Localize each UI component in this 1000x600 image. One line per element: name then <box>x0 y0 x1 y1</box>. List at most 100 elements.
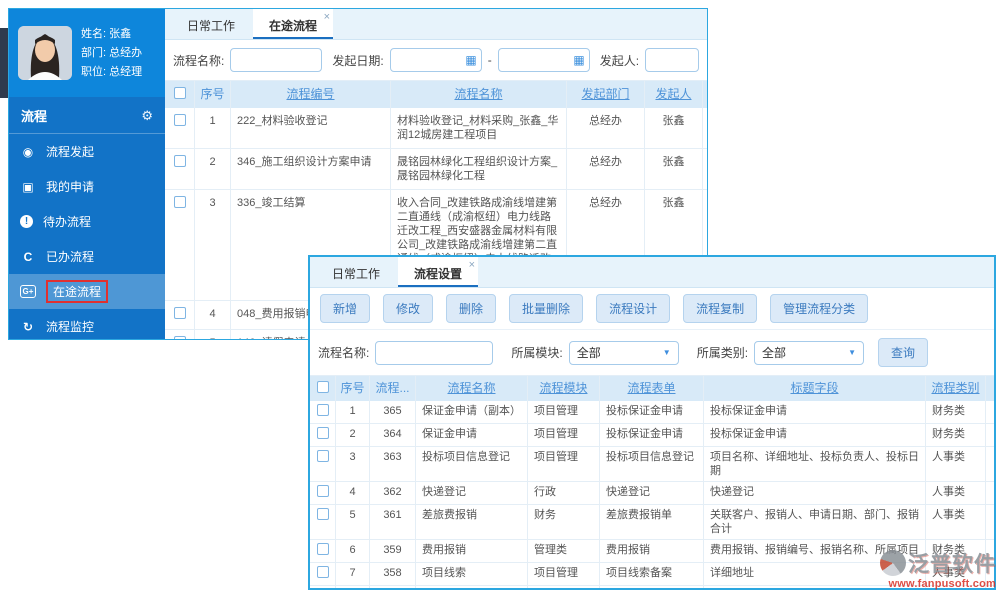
start-date-to-input[interactable]: ▦ <box>497 48 590 72</box>
tab-label: 流程设置 <box>414 267 463 281</box>
table-row[interactable]: 5 361 差旅费报销 财务 差旅费报销单 关联客户、报销人、申请日期、部门、报销合计 人事… <box>310 505 994 540</box>
table-header-row: 序号 流程... 流程名称 流程模块 流程表单 标题字段 流程类别 <box>310 376 994 401</box>
calendar-icon[interactable]: ▦ <box>573 54 584 66</box>
sidebar-item-todo[interactable]: 待办流程 <box>9 204 165 239</box>
checkbox-icon <box>316 381 329 393</box>
table-row[interactable]: 6 359 费用报销 管理类 费用报销 费用报销、报销编号、报销名称、所属项目 财务类 <box>310 540 994 563</box>
row-checkbox[interactable] <box>310 424 336 446</box>
table-row[interactable]: 2 346_施工组织设计方案申请 晟铭园林绿化工程组织设计方案_晟铭园林绿化工程 总经… <box>165 149 707 190</box>
process-name-input[interactable] <box>375 340 494 365</box>
column-header-form[interactable]: 流程表单 <box>600 376 704 401</box>
row-checkbox[interactable] <box>310 447 336 481</box>
sidebar-item-my-apply[interactable]: 我的申请 <box>9 169 165 204</box>
user-profile: 姓名: 张鑫 部门: 总经办 职位: 总经理 <box>9 9 165 97</box>
tab-label: 在途流程 <box>269 19 318 33</box>
table-row[interactable]: 7 358 项目线索 项目管理 项目线索备案 详细地址 人事类 <box>310 563 994 586</box>
initiator-input[interactable] <box>645 48 699 72</box>
cell-name: 材料验收登记_材料采购_张鑫_华润12城房建工程项目 <box>391 108 567 148</box>
sidebar-item-monitor[interactable]: 流程监控 <box>9 309 165 339</box>
column-header-category[interactable]: 流程类别 <box>926 376 986 401</box>
row-checkbox[interactable] <box>165 301 195 329</box>
table-row[interactable]: 4 362 快递登记 行政 快递登记 快递登记 人事类 <box>310 482 994 505</box>
tab-0[interactable]: 日常工作 <box>171 9 251 39</box>
cell-title: 项目名称、详细地址、投标负责人、投标日期 <box>704 447 926 481</box>
select-all-checkbox[interactable] <box>165 81 195 108</box>
table-row[interactable]: 1 222_材料验收登记 材料验收登记_材料采购_张鑫_华润12城房建工程项目 总经办… <box>165 108 707 149</box>
column-header-name[interactable]: 流程名称 <box>416 376 528 401</box>
table-row[interactable]: 8357测试费用报销财务费用报销费用报销、报销编号、报销名称、本次报销金额财务类 <box>310 586 994 588</box>
tab-1[interactable]: 流程设置 × <box>398 257 479 287</box>
initiator-label: 发起人: <box>599 53 640 68</box>
cell-module: 管理类 <box>528 540 600 562</box>
toolbar-button-5[interactable]: 流程复制 <box>683 294 758 323</box>
tab-1[interactable]: 在途流程 × <box>253 9 334 39</box>
checkbox-icon <box>316 543 329 555</box>
cell-code: 346_施工组织设计方案申请 <box>231 149 391 189</box>
row-checkbox[interactable] <box>165 108 195 148</box>
sidebar-item-initiate[interactable]: 流程发起 <box>9 134 165 169</box>
toolbar-button-1[interactable]: 修改 <box>383 294 434 323</box>
cell-code: 357 <box>370 586 416 588</box>
module-select[interactable]: 全部 ▼ <box>568 340 679 365</box>
close-icon[interactable]: × <box>469 259 475 271</box>
column-header-code[interactable]: 流程编号 <box>231 81 391 108</box>
row-checkbox[interactable] <box>310 401 336 423</box>
gear-icon[interactable]: ⚙ <box>141 108 153 124</box>
tab-label: 日常工作 <box>332 267 381 281</box>
cell-dept: 总经办 <box>567 149 645 189</box>
start-date-from-input[interactable]: ▦ <box>389 48 482 72</box>
column-header-seq[interactable]: 序号 <box>195 81 231 108</box>
category-label: 所属类别: <box>696 346 749 360</box>
row-checkbox[interactable] <box>310 563 336 585</box>
select-all-checkbox[interactable] <box>310 376 336 401</box>
row-checkbox[interactable] <box>310 482 336 504</box>
table-row[interactable]: 1 365 保证金申请（副本） 项目管理 投标保证金申请 投标保证金申请 财务类 <box>310 401 994 424</box>
cell-module: 行政 <box>528 482 600 504</box>
sidebar-item-label: 在途流程 <box>46 280 109 303</box>
category-select[interactable]: 全部 ▼ <box>754 340 865 365</box>
column-header-module[interactable]: 流程模块 <box>528 376 600 401</box>
date-separator: - <box>487 53 492 67</box>
cell-form: 快递登记 <box>600 482 704 504</box>
column-header-seq[interactable]: 序号 <box>336 376 370 401</box>
cell-name: 费用报销 <box>416 540 528 562</box>
tab-0[interactable]: 日常工作 <box>316 257 396 287</box>
cell-name: 快递登记 <box>416 482 528 504</box>
sidebar-item-label: 我的申请 <box>46 180 95 194</box>
search-button[interactable]: 查询 <box>878 338 929 367</box>
cell-category: 人事类 <box>926 505 986 539</box>
cell-form: 投标保证金申请 <box>600 401 704 423</box>
cell-seq: 4 <box>195 301 231 329</box>
toolbar-button-2[interactable]: 删除 <box>446 294 497 323</box>
profile-position: 职位: 总经理 <box>81 65 143 78</box>
row-checkbox[interactable] <box>165 190 195 300</box>
calendar-icon[interactable]: ▦ <box>465 54 476 66</box>
row-checkbox[interactable] <box>310 540 336 562</box>
sidebar-item-done[interactable]: 已办流程 <box>9 239 165 274</box>
toolbar-button-3[interactable]: 批量删除 <box>509 294 584 323</box>
row-checkbox[interactable] <box>165 149 195 189</box>
table-row[interactable]: 2 364 保证金申请 项目管理 投标保证金申请 投标保证金申请 财务类 <box>310 424 994 447</box>
cell-category: 人事类 <box>926 563 986 585</box>
row-checkbox[interactable] <box>165 330 195 339</box>
toolbar: 新增 修改 删除 批量删除 流程设计 流程复制 管理流程分类 <box>310 288 994 330</box>
column-header-name[interactable]: 流程名称 <box>391 81 567 108</box>
row-checkbox[interactable] <box>310 586 336 588</box>
start-date-label: 发起日期: <box>332 53 384 68</box>
row-checkbox[interactable] <box>310 505 336 539</box>
process-name-input[interactable] <box>230 48 323 72</box>
column-header-dept[interactable]: 发起部门 <box>567 81 645 108</box>
toolbar-button-4[interactable]: 流程设计 <box>596 294 671 323</box>
toolbar-button-0[interactable]: 新增 <box>320 294 371 323</box>
sidebar-item-transit[interactable]: 在途流程 <box>9 274 165 309</box>
toolbar-button-6[interactable]: 管理流程分类 <box>770 294 869 323</box>
column-header-code[interactable]: 流程... <box>370 376 416 401</box>
close-icon[interactable]: × <box>324 11 330 23</box>
date-to-field[interactable] <box>502 52 574 68</box>
column-header-initiator[interactable]: 发起人 <box>645 81 703 108</box>
table-row[interactable]: 3 363 投标项目信息登记 项目管理 投标项目信息登记 项目名称、详细地址、投标负责人、… <box>310 447 994 482</box>
sidebar-item-label: 待办流程 <box>43 215 92 229</box>
column-header-title[interactable]: 标题字段 <box>704 376 926 401</box>
date-from-field[interactable] <box>394 52 466 68</box>
checkbox-icon <box>173 336 186 339</box>
